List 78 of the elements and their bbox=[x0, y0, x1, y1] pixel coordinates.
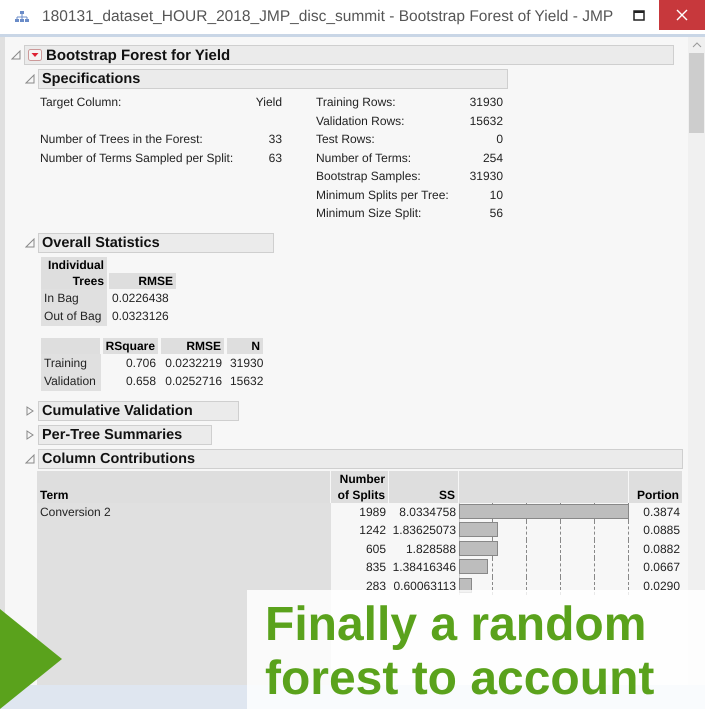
report-header[interactable]: Bootstrap Forest for Yield bbox=[24, 45, 674, 65]
menu-caret-icon[interactable] bbox=[28, 49, 42, 61]
spec-value: 0 bbox=[495, 131, 504, 148]
collapse-icon[interactable] bbox=[11, 50, 21, 60]
spec-value: 31930 bbox=[468, 94, 504, 111]
table-cell-text: 283 bbox=[364, 578, 387, 594]
section-header[interactable]: Column Contributions bbox=[38, 448, 683, 468]
scroll-up-icon[interactable] bbox=[692, 41, 702, 49]
column-header: RMSE bbox=[109, 272, 177, 288]
table-cell-text: 1242 bbox=[358, 522, 387, 539]
scrollbar-thumb[interactable] bbox=[689, 53, 704, 133]
section-header[interactable]: Cumulative Validation bbox=[38, 400, 239, 420]
spec-label: Test Rows: bbox=[315, 131, 376, 148]
spec-label: Number of Trees in the Forest: bbox=[39, 131, 204, 148]
maximize-icon bbox=[633, 10, 645, 20]
column-header: Number of Splits bbox=[331, 470, 389, 502]
spec-value: 56 bbox=[488, 205, 504, 222]
column-header: SS bbox=[389, 470, 459, 502]
table-cell-text: 15632 bbox=[229, 373, 264, 390]
section-header[interactable]: Specifications bbox=[38, 69, 508, 89]
table-cell-text: 0.3874 bbox=[642, 504, 681, 520]
table-cell-text: 0.60063113 bbox=[392, 578, 457, 594]
row-header: In Bag bbox=[41, 288, 107, 307]
window-title: 180131_dataset_HOUR_2018_JMP_disc_summit - Bootstrap Forest of Yield - JMP bbox=[42, 8, 614, 26]
table-cell-text: 1.828588 bbox=[404, 540, 457, 558]
table-cell-text: 1989 bbox=[358, 504, 387, 520]
spec-label: Target Column: bbox=[39, 94, 122, 111]
app-icon bbox=[14, 10, 30, 24]
column-header: N bbox=[227, 338, 264, 354]
spec-value: 31930 bbox=[468, 168, 504, 185]
spec-value: 63 bbox=[268, 150, 283, 166]
spec-label: Bootstrap Samples: bbox=[315, 168, 422, 185]
table-cell-text: 1.38416346 bbox=[392, 559, 457, 576]
spec-label: Number of Terms Sampled per Split: bbox=[39, 150, 234, 166]
table-cell-text: 0.0323126 bbox=[111, 308, 170, 325]
table-cell-text: 0.658 bbox=[124, 373, 157, 390]
table-cell-text: 0.0232219 bbox=[164, 354, 223, 372]
column-header: Term bbox=[37, 470, 331, 502]
collapse-icon[interactable] bbox=[25, 454, 35, 464]
table-cell-text: 0.706 bbox=[124, 354, 157, 372]
table-cell-text: 8.0334758 bbox=[398, 504, 457, 520]
caption-text: Finally a random forest to account bbox=[265, 598, 656, 706]
row-header: Training bbox=[41, 354, 101, 372]
section-header[interactable]: Overall Statistics bbox=[38, 232, 274, 252]
column-header: RSquare bbox=[103, 338, 159, 354]
table-cell-text: 0.0252716 bbox=[164, 373, 223, 390]
spec-value: 33 bbox=[268, 131, 283, 148]
collapse-icon[interactable] bbox=[25, 74, 35, 84]
close-icon bbox=[676, 9, 688, 21]
spec-label: Validation Rows: bbox=[315, 112, 406, 130]
table-cell-text: 0.0290 bbox=[642, 578, 681, 594]
expand-icon[interactable] bbox=[25, 406, 35, 416]
spec-value: 254 bbox=[482, 150, 504, 166]
column-header: Portion bbox=[629, 470, 683, 502]
spec-label: Number of Terms: bbox=[315, 150, 412, 166]
expand-icon[interactable] bbox=[25, 430, 35, 440]
table-cell-text: 0.0882 bbox=[642, 540, 681, 558]
column-header: Individual Trees bbox=[41, 256, 108, 288]
spec-value: 10 bbox=[488, 186, 504, 204]
table-cell-text: 605 bbox=[364, 540, 387, 558]
section-header[interactable]: Per-Tree Summaries bbox=[38, 424, 212, 444]
column-header: RMSE bbox=[161, 338, 225, 354]
header-blank bbox=[41, 338, 101, 354]
close-button[interactable] bbox=[659, 0, 705, 30]
table-cell-text: 0.0226438 bbox=[111, 290, 170, 306]
table-cell-text: 0.0885 bbox=[642, 522, 681, 539]
table-cell-text: 1.83625073 bbox=[392, 522, 457, 539]
row-header: Validation bbox=[41, 372, 101, 390]
spec-value: Yield bbox=[254, 94, 283, 111]
table-cell-text: 835 bbox=[364, 559, 387, 576]
spec-label: Training Rows: bbox=[315, 94, 397, 111]
spec-value: 15632 bbox=[468, 112, 504, 130]
row-header: Out of Bag bbox=[41, 307, 107, 326]
table-cell-text: 31930 bbox=[229, 354, 264, 372]
spec-label: Minimum Splits per Tree: bbox=[315, 186, 450, 204]
spec-label: Minimum Size Split: bbox=[315, 205, 422, 222]
collapse-icon[interactable] bbox=[25, 238, 35, 248]
table-cell-text: 0.0667 bbox=[642, 559, 681, 576]
